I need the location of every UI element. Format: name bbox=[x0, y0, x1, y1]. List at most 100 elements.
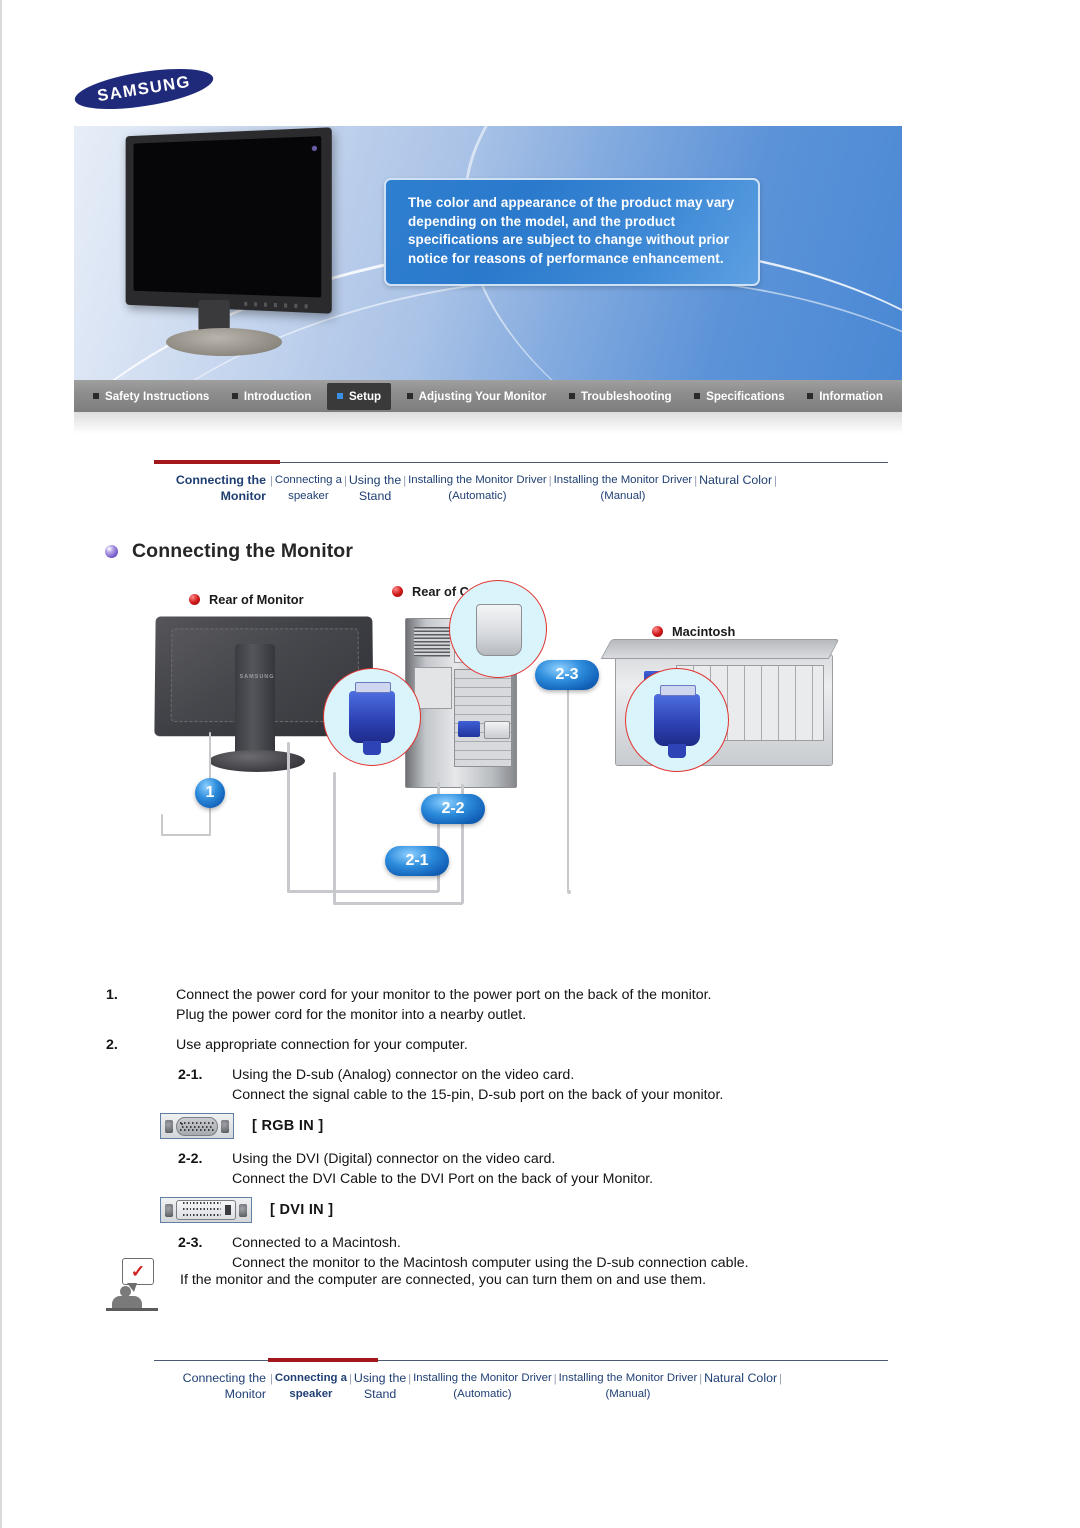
screw-icon-left bbox=[165, 1119, 173, 1133]
monitor-bezel bbox=[125, 127, 332, 314]
diagram-label-text: Rear of Monitor bbox=[209, 592, 304, 607]
dsub-pins bbox=[180, 1121, 214, 1131]
nav-item-specifications[interactable]: Specifications bbox=[687, 384, 792, 409]
page-title-text: Connecting the Monitor bbox=[132, 540, 354, 562]
subnav-label-line2: speaker bbox=[289, 1387, 333, 1400]
desk-line-icon bbox=[106, 1308, 158, 1311]
nav-item-label: Safety Instructions bbox=[105, 389, 210, 403]
power-cable-bend bbox=[161, 834, 211, 836]
subnav-label-line1: Connecting a bbox=[274, 1372, 348, 1384]
rgb-port-row: [ RGB IN ] bbox=[160, 1113, 896, 1139]
signal-cable-bottom-run bbox=[287, 890, 439, 893]
magnifier-monitor-dsub bbox=[323, 668, 421, 766]
person-body-icon bbox=[112, 1296, 142, 1308]
nav-item-setup[interactable]: Setup bbox=[326, 382, 392, 410]
subnav-item-connecting-the-monitor[interactable]: Connecting the Monitor bbox=[154, 469, 270, 506]
bullet-square-icon bbox=[694, 393, 701, 399]
subnav-label-line1: Installing the Monitor Driver bbox=[553, 474, 693, 486]
step-2-number: 2. bbox=[106, 1037, 118, 1053]
subnav-label-line1: Natural Color bbox=[704, 1371, 778, 1385]
nav-item-label: Introduction bbox=[243, 389, 312, 403]
dsub-plug-illustration-mac bbox=[654, 685, 700, 758]
step-2-2-body: Using the DVI (Digital) connector on the… bbox=[232, 1149, 896, 1189]
vga-port-icon bbox=[160, 1113, 234, 1139]
subnav-item-natural-color[interactable]: Natural Color bbox=[697, 469, 774, 491]
nav-item-information[interactable]: Information bbox=[800, 384, 890, 409]
macintosh-top-panel bbox=[600, 639, 840, 659]
step-1: 1. Connect the power cord for your monit… bbox=[106, 985, 896, 1025]
monitor-control-buttons bbox=[244, 301, 315, 309]
bullet-square-icon bbox=[807, 393, 814, 399]
step-2: 2. Use appropriate connection for your c… bbox=[106, 1035, 896, 1055]
active-tab-underline-bottom bbox=[268, 1358, 378, 1362]
step-1-line-1: Connect the power cord for your monitor … bbox=[176, 987, 712, 1003]
step-2-body: Use appropriate connection for your comp… bbox=[176, 1035, 896, 1055]
nav-item-introduction[interactable]: Introduction bbox=[225, 384, 319, 409]
subnav-label-line1: Connecting a bbox=[274, 474, 342, 486]
subnav-bottom-item-connecting-a-speaker[interactable]: Connecting a speaker bbox=[273, 1367, 349, 1404]
mac-cable-joint bbox=[567, 890, 571, 894]
hero-banner: The color and appearance of the product … bbox=[74, 126, 902, 380]
subnav-bottom-item-using-the-stand[interactable]: Using the Stand bbox=[352, 1367, 408, 1404]
subnav-label-line1: Using the bbox=[353, 1371, 407, 1385]
screw-icon-left bbox=[165, 1203, 173, 1217]
monitor-rear-stand bbox=[235, 644, 275, 756]
dsub-plug-illustration bbox=[349, 682, 395, 755]
nav-item-troubleshooting[interactable]: Troubleshooting bbox=[562, 384, 679, 409]
subnav-label-line2: (Automatic) bbox=[453, 1387, 512, 1400]
dvi-shell bbox=[176, 1200, 236, 1220]
step-2-1-line-1: Using the D-sub (Analog) connector on th… bbox=[232, 1067, 575, 1083]
checkmark-bubble-icon: ✓ bbox=[122, 1258, 154, 1292]
nav-item-label: Adjusting Your Monitor bbox=[418, 389, 547, 403]
subnav-item-using-the-stand[interactable]: Using the Stand bbox=[347, 469, 403, 506]
sub-navigation-bottom[interactable]: Connecting the Monitor | Connecting a sp… bbox=[154, 1358, 888, 1404]
step-2-1-number: 2-1. bbox=[178, 1067, 203, 1083]
diagram-label-rear-of-monitor: Rear of Monitor bbox=[189, 592, 304, 607]
subnav-label-line2: Stand bbox=[363, 1386, 397, 1401]
main-navigation-bar[interactable]: Safety Instructions Introduction Setup A… bbox=[74, 380, 902, 412]
note-person-icon: ✓ bbox=[106, 1258, 162, 1314]
logo-wordmark: SAMSUNG bbox=[96, 72, 192, 105]
step-1-body: Connect the power cord for your monitor … bbox=[176, 985, 896, 1025]
subnav-label-line1: Using the bbox=[348, 473, 402, 487]
signal-cable-monitor-side bbox=[287, 742, 290, 892]
step-1-line-2: Plug the power cord for the monitor into… bbox=[176, 1007, 527, 1023]
sub-navigation-top[interactable]: Connecting the Monitor | Connecting a sp… bbox=[154, 460, 888, 506]
step-2-1-body: Using the D-sub (Analog) connector on th… bbox=[232, 1065, 896, 1105]
subnav-bottom-item-connecting-the-monitor[interactable]: Connecting the Monitor bbox=[154, 1367, 270, 1404]
product-notice-box: The color and appearance of the product … bbox=[384, 178, 760, 286]
diagram-label-macintosh: Macintosh bbox=[652, 624, 735, 639]
pc-dvi-connector bbox=[484, 721, 510, 739]
subnav-label-line1: Installing the Monitor Driver bbox=[413, 1372, 552, 1384]
note-text: If the monitor and the computer are conn… bbox=[180, 1272, 707, 1288]
subnav-label-line2: (Automatic) bbox=[448, 489, 507, 502]
subnav-item-installing-driver-manual[interactable]: Installing the Monitor Driver (Manual) bbox=[552, 469, 695, 506]
subnav-bottom-item-installing-driver-automatic[interactable]: Installing the Monitor Driver (Automatic… bbox=[411, 1367, 554, 1404]
subnav-label-line2: speaker bbox=[288, 489, 329, 502]
monitor-rear-base bbox=[209, 750, 305, 772]
subnav-item-installing-driver-automatic[interactable]: Installing the Monitor Driver (Automatic… bbox=[406, 469, 549, 506]
monitor-product-image bbox=[116, 127, 351, 360]
subnav-bottom-item-natural-color[interactable]: Natural Color bbox=[702, 1367, 779, 1389]
step-2-text: Use appropriate connection for your comp… bbox=[176, 1037, 468, 1053]
connection-diagram: Rear of Monitor Rear of Computer Macinto… bbox=[147, 580, 847, 950]
subnav-label-line2: Monitor bbox=[220, 488, 266, 503]
callout-badge-2-1: 2-1 bbox=[385, 846, 449, 876]
magnifier-macintosh-dsub bbox=[625, 668, 729, 772]
step-2-1: 2-1. Using the D-sub (Analog) connector … bbox=[178, 1065, 896, 1105]
screw-icon-right bbox=[239, 1203, 247, 1217]
callout-badge-2-3: 2-3 bbox=[535, 660, 599, 690]
mac-cable-vertical bbox=[567, 682, 569, 892]
document-page: SAMSUNG The color and appearance of the … bbox=[0, 0, 1080, 1528]
step-2-2: 2-2. Using the DVI (Digital) connector o… bbox=[178, 1149, 896, 1189]
subnav-label-line2: (Manual) bbox=[600, 489, 646, 502]
dvi-flat-blade bbox=[225, 1205, 231, 1215]
pc-io-ports bbox=[414, 667, 452, 709]
nav-item-adjusting-your-monitor[interactable]: Adjusting Your Monitor bbox=[400, 384, 554, 409]
rgb-in-label: [ RGB IN ] bbox=[252, 1118, 324, 1134]
nav-item-safety-instructions[interactable]: Safety Instructions bbox=[86, 384, 216, 409]
subnav-bottom-item-installing-driver-manual[interactable]: Installing the Monitor Driver (Manual) bbox=[557, 1367, 700, 1404]
page-title: Connecting the Monitor bbox=[105, 540, 353, 563]
monitor-screen bbox=[133, 136, 322, 298]
subnav-item-connecting-a-speaker[interactable]: Connecting a speaker bbox=[273, 469, 344, 506]
